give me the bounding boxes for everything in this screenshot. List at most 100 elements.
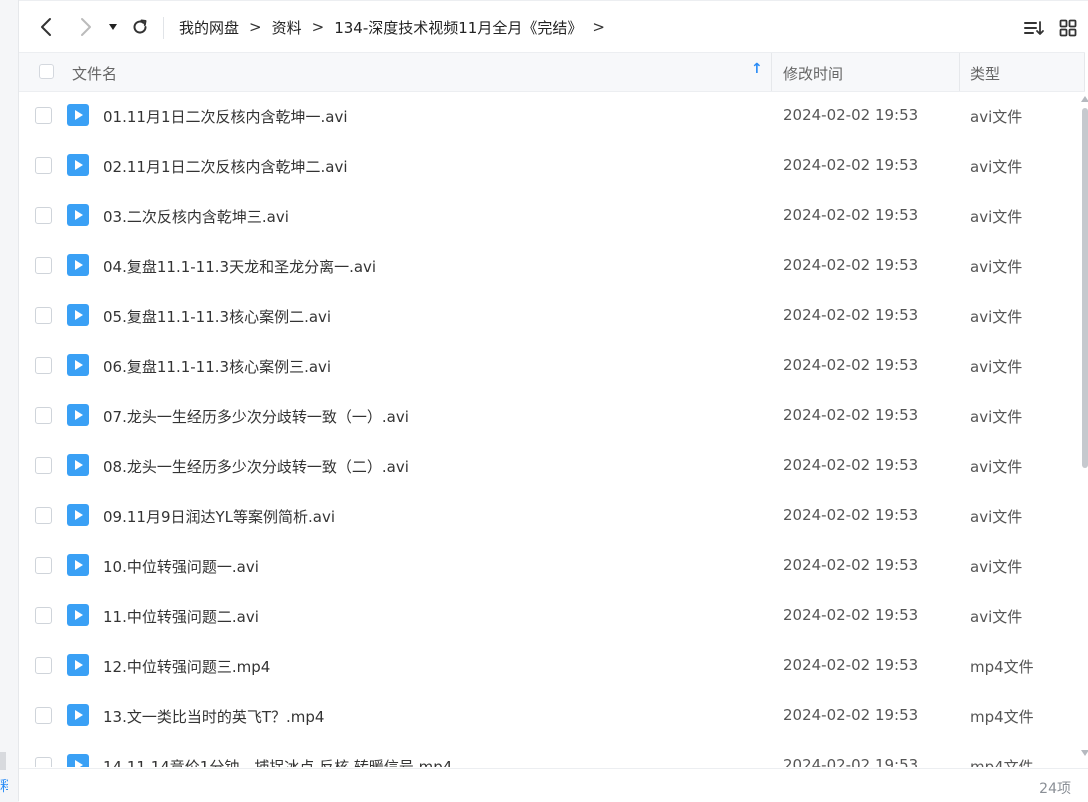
file-name[interactable]: 08.龙头一生经历多少次分歧转一致（二）.avi (103, 456, 409, 477)
file-name[interactable]: 09.11月9日润达YL等案例简析.avi (103, 506, 335, 527)
row-checkbox[interactable] (35, 157, 52, 174)
file-row[interactable]: 01.11月1日二次反核内含乾坤一.avi 2024-02-02 19:53 avi… (19, 91, 1081, 141)
status-bar: 24项 (19, 768, 1088, 802)
select-all-checkbox[interactable] (39, 64, 54, 79)
refresh-button[interactable] (129, 15, 151, 39)
column-header-type[interactable]: 类型 (970, 63, 1000, 84)
video-file-icon (67, 304, 89, 326)
sort-ascending-icon[interactable]: ↑ (751, 61, 763, 77)
file-modified-time: 2024-02-02 19:53 (783, 556, 919, 574)
file-type: avi文件 (970, 408, 1023, 426)
scroll-down-icon[interactable] (1081, 750, 1088, 756)
grid-view-icon (1059, 19, 1077, 37)
file-type: avi文件 (970, 508, 1023, 526)
file-row[interactable]: 06.复盘11.1-11.3核心案例三.avi 2024-02-02 19:53 a… (19, 341, 1081, 391)
file-row[interactable]: 03.二次反核内含乾坤三.avi 2024-02-02 19:53 avi文件 (19, 191, 1081, 241)
item-count: 24项 (1039, 781, 1071, 797)
breadcrumb-item-current[interactable]: 134-深度技术视频11月全月《完结》 (334, 17, 582, 38)
row-checkbox[interactable] (35, 507, 52, 524)
file-name[interactable]: 04.复盘11.1-11.3天龙和圣龙分离一.avi (103, 256, 376, 277)
file-modified-time: 2024-02-02 19:53 (783, 656, 919, 674)
file-name[interactable]: 12.中位转强问题三.mp4 (103, 656, 270, 677)
row-checkbox[interactable] (35, 357, 52, 374)
breadcrumb-expand[interactable]: > (592, 18, 605, 36)
sort-button[interactable] (1023, 15, 1047, 41)
scroll-up-icon[interactable] (1081, 96, 1088, 102)
back-button[interactable] (35, 15, 57, 39)
row-checkbox[interactable] (35, 107, 52, 124)
breadcrumb: 我的网盘 > 资料 > 134-深度技术视频11月全月《完结》 > (179, 15, 615, 39)
file-modified-time: 2024-02-02 19:53 (783, 706, 919, 724)
file-row[interactable]: 13.文一类比当时的英飞T？.mp4 2024-02-02 19:53 mp4文件 (19, 691, 1081, 741)
file-type: avi文件 (970, 158, 1023, 176)
file-row[interactable]: 14.11.14竞价1分钟，捕捉冰点 反核 转暖信号.mp4 2024-02-02… (19, 741, 1081, 767)
file-modified-time: 2024-02-02 19:53 (783, 306, 919, 324)
file-name[interactable]: 02.11月1日二次反核内含乾坤二.avi (103, 156, 348, 177)
row-checkbox[interactable] (35, 407, 52, 424)
file-type: avi文件 (970, 208, 1023, 226)
forward-button[interactable] (75, 15, 97, 39)
file-modified-time: 2024-02-02 19:53 (783, 356, 919, 374)
video-file-icon (67, 554, 89, 576)
scrollbar-thumb[interactable] (1082, 108, 1088, 468)
file-name[interactable]: 01.11月1日二次反核内含乾坤一.avi (103, 106, 348, 127)
file-name[interactable]: 05.复盘11.1-11.3核心案例二.avi (103, 306, 331, 327)
video-file-icon (67, 604, 89, 626)
file-row[interactable]: 09.11月9日润达YL等案例简析.avi 2024-02-02 19:53 avi… (19, 491, 1081, 541)
video-file-icon (67, 154, 89, 176)
file-browser-panel: 我的网盘 > 资料 > 134-深度技术视频11月全月《完结》 > 文件名 ↑ … (18, 0, 1088, 802)
row-checkbox[interactable] (35, 557, 52, 574)
column-header-name[interactable]: 文件名 (72, 63, 117, 84)
vertical-scrollbar[interactable] (1080, 96, 1088, 760)
file-modified-time: 2024-02-02 19:53 (783, 606, 919, 624)
file-row[interactable]: 08.龙头一生经历多少次分歧转一致（二）.avi 2024-02-02 19:53… (19, 441, 1081, 491)
history-dropdown-button[interactable] (105, 15, 121, 39)
breadcrumb-separator: > (249, 18, 262, 36)
file-name[interactable]: 13.文一类比当时的英飞T？.mp4 (103, 706, 324, 727)
toolbar-divider (163, 17, 164, 39)
file-row[interactable]: 04.复盘11.1-11.3天龙和圣龙分离一.avi 2024-02-02 19:… (19, 241, 1081, 291)
breadcrumb-item-root[interactable]: 我的网盘 (179, 17, 239, 38)
column-divider[interactable] (771, 53, 772, 91)
column-divider[interactable] (959, 53, 960, 91)
breadcrumb-item-folder[interactable]: 资料 (272, 17, 302, 38)
row-checkbox[interactable] (35, 707, 52, 724)
file-type: mp4文件 (970, 758, 1034, 767)
left-edge-text: 释 (0, 779, 8, 795)
file-modified-time: 2024-02-02 19:53 (783, 406, 919, 424)
file-list-header: 文件名 ↑ 修改时间 类型 (19, 52, 1085, 92)
file-type: avi文件 (970, 458, 1023, 476)
file-row[interactable]: 11.中位转强问题二.avi 2024-02-02 19:53 avi文件 (19, 591, 1081, 641)
file-row[interactable]: 07.龙头一生经历多少次分歧转一致（一）.avi 2024-02-02 19:53… (19, 391, 1081, 441)
file-name[interactable]: 14.11.14竞价1分钟，捕捉冰点 反核 转暖信号.mp4 (103, 756, 452, 767)
back-icon (41, 18, 51, 36)
file-name[interactable]: 06.复盘11.1-11.3核心案例三.avi (103, 356, 331, 377)
video-file-icon (67, 754, 89, 767)
file-type: mp4文件 (970, 708, 1034, 726)
row-checkbox[interactable] (35, 757, 52, 767)
file-name[interactable]: 03.二次反核内含乾坤三.avi (103, 206, 289, 227)
video-file-icon (67, 254, 89, 276)
file-name[interactable]: 07.龙头一生经历多少次分歧转一致（一）.avi (103, 406, 409, 427)
file-row[interactable]: 05.复盘11.1-11.3核心案例二.avi 2024-02-02 19:53 a… (19, 291, 1081, 341)
row-checkbox[interactable] (35, 257, 52, 274)
grid-view-button[interactable] (1059, 15, 1083, 41)
row-checkbox[interactable] (35, 607, 52, 624)
file-row[interactable]: 10.中位转强问题一.avi 2024-02-02 19:53 avi文件 (19, 541, 1081, 591)
row-checkbox[interactable] (35, 457, 52, 474)
forward-icon (81, 18, 91, 36)
file-row[interactable]: 02.11月1日二次反核内含乾坤二.avi 2024-02-02 19:53 avi… (19, 141, 1081, 191)
column-header-modified-time[interactable]: 修改时间 (783, 63, 843, 84)
row-checkbox[interactable] (35, 207, 52, 224)
file-name[interactable]: 11.中位转强问题二.avi (103, 606, 259, 627)
row-checkbox[interactable] (35, 657, 52, 674)
file-modified-time: 2024-02-02 19:53 (783, 156, 919, 174)
file-row[interactable]: 12.中位转强问题三.mp4 2024-02-02 19:53 mp4文件 (19, 641, 1081, 691)
breadcrumb-separator: > (311, 18, 325, 36)
column-divider[interactable] (1084, 53, 1085, 91)
file-name[interactable]: 10.中位转强问题一.avi (103, 556, 259, 577)
video-file-icon (67, 404, 89, 426)
sort-list-icon (1024, 21, 1044, 35)
row-checkbox[interactable] (35, 307, 52, 324)
file-modified-time: 2024-02-02 19:53 (783, 456, 919, 474)
